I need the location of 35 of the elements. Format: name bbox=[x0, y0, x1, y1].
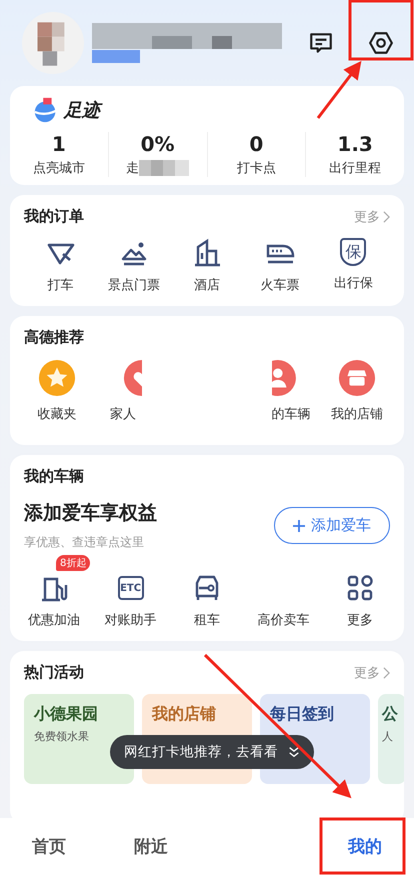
order-label: 酒店 bbox=[194, 277, 220, 294]
recommend-label: 收藏夹 bbox=[38, 406, 76, 423]
stat-value: 0 bbox=[249, 132, 264, 156]
recommend-label: 的车辆 bbox=[272, 406, 310, 423]
section-title: 我的订单 bbox=[24, 207, 84, 226]
tool-label: 对账助手 bbox=[104, 612, 157, 629]
activity-title: 小德果园 bbox=[34, 704, 99, 725]
vehicle-subtitle: 享优惠、查违章点这里 bbox=[24, 534, 145, 551]
section-title: 高德推荐 bbox=[24, 328, 84, 347]
section-title: 我的车辆 bbox=[24, 467, 84, 486]
stat-label: 打卡点 bbox=[236, 160, 276, 177]
activity-subtitle: 免费领水果 bbox=[34, 729, 90, 744]
activity-subtitle: 人 bbox=[382, 729, 394, 744]
tool-label: 更多 bbox=[346, 612, 373, 629]
stat-label: 出行里程 bbox=[329, 160, 382, 177]
section-title: 热门活动 bbox=[24, 663, 84, 682]
order-label: 景点门票 bbox=[108, 277, 160, 294]
vehicle-headline: 添加爱车享权益 bbox=[24, 501, 157, 526]
tool-label: 高价卖车 bbox=[257, 612, 310, 629]
activity-title: 我的店铺 bbox=[152, 704, 217, 725]
recommend-label: 我的店铺 bbox=[331, 406, 383, 423]
activity-title: 每日签到 bbox=[270, 704, 335, 725]
stat-label: 走 bbox=[126, 160, 140, 177]
order-label: 火车票 bbox=[260, 277, 300, 294]
recommend-label: 家人 bbox=[110, 406, 136, 423]
stat-label: 点亮城市 bbox=[32, 160, 85, 177]
activity-title: 公 bbox=[382, 704, 399, 725]
order-label: 出行保 bbox=[334, 275, 373, 292]
stat-value: 0% bbox=[140, 132, 175, 156]
tool-label: 租车 bbox=[194, 612, 220, 629]
discount-badge: 8折起 bbox=[56, 555, 90, 571]
stat-value: 1.3 bbox=[337, 132, 373, 156]
order-label: 打车 bbox=[48, 277, 74, 294]
tool-label: 优惠加油 bbox=[28, 612, 80, 629]
stat-value: 1 bbox=[52, 132, 66, 156]
